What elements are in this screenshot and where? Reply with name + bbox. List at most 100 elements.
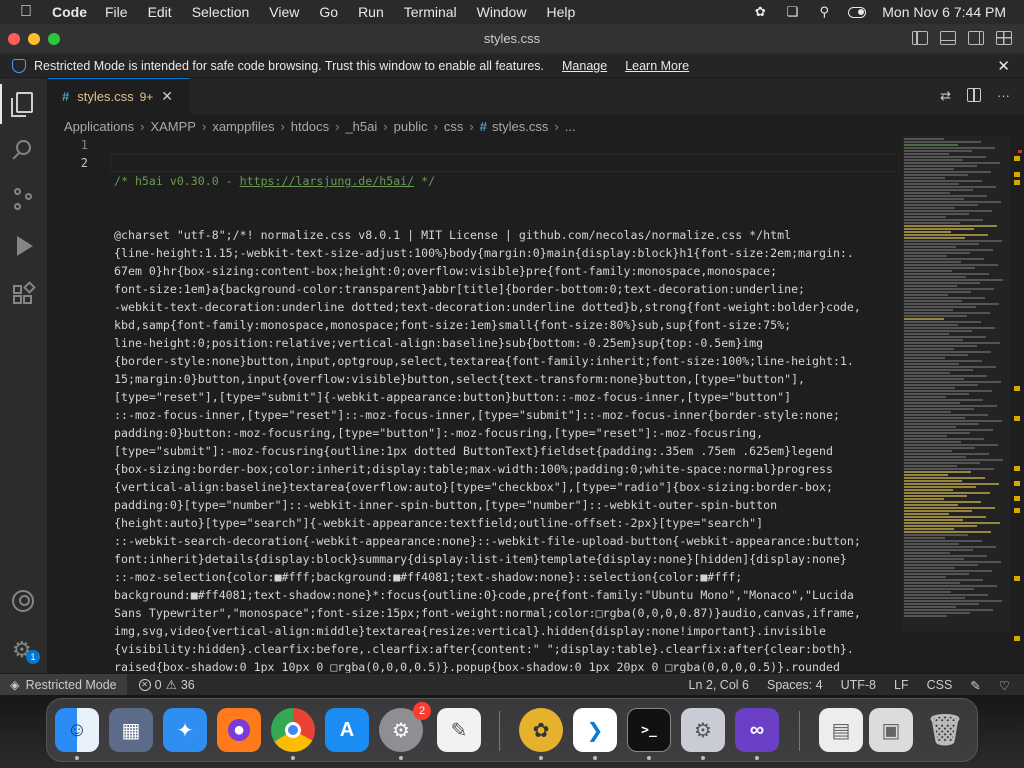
dock-divider	[799, 711, 800, 751]
restricted-mode-status[interactable]: ◈ Restricted Mode	[0, 673, 127, 696]
firefox-icon[interactable]: ●	[217, 708, 261, 752]
spotlight-search-icon[interactable]: ⚲	[816, 4, 832, 19]
zoom-window-button[interactable]	[48, 33, 60, 45]
safari-icon[interactable]: ✦	[163, 708, 207, 752]
code-line: {box-sizing:border-box;color:inherit;dis…	[114, 462, 833, 476]
toggle-primary-sidebar-icon[interactable]	[912, 31, 928, 45]
textedit-icon[interactable]: ✎	[437, 708, 481, 752]
menu-terminal[interactable]: Terminal	[404, 4, 457, 20]
minimap-line	[904, 270, 952, 272]
minimap-line	[904, 195, 987, 197]
chrome-icon[interactable]	[271, 708, 315, 752]
explorer-icon[interactable]	[0, 84, 36, 124]
vscode-window:  Code File Edit Selection View Go Run T…	[0, 0, 1024, 768]
toggle-panel-icon[interactable]	[940, 31, 956, 45]
minimize-window-button[interactable]	[28, 33, 40, 45]
tab-styles-css[interactable]: # styles.css 9+ ✕	[48, 78, 190, 114]
source-control-icon[interactable]	[12, 188, 36, 212]
minimap-line	[904, 366, 996, 368]
menu-file[interactable]: File	[105, 4, 128, 20]
menu-edit[interactable]: Edit	[148, 4, 172, 20]
macos-dock: ☺ ▦ ✦ ● A ⚙ 2 ✎ ✿ ❯ >_ ⚙ ∞ ▤ ▣ 🗑	[46, 698, 978, 762]
code-editor[interactable]: 1 2 /* h5ai v0.30.0 - https://larsjung.d…	[48, 136, 1024, 673]
minimap-line	[904, 489, 953, 491]
system-preferences-icon[interactable]: ⚙	[681, 708, 725, 752]
menu-help[interactable]: Help	[546, 4, 575, 20]
minimap-line	[904, 234, 988, 236]
terminal-icon[interactable]: >_	[627, 708, 671, 752]
minimap-line	[904, 309, 953, 311]
file-encoding[interactable]: UTF-8	[841, 678, 876, 692]
bee-status-icon[interactable]: ✿	[752, 4, 768, 19]
close-icon[interactable]: ✕	[997, 57, 1010, 75]
close-window-button[interactable]	[8, 33, 20, 45]
app-menu[interactable]: Code	[52, 4, 87, 20]
minimap-line	[904, 534, 968, 536]
learn-more-link[interactable]: Learn More	[625, 59, 689, 73]
minimap-line	[904, 444, 998, 446]
breadcrumb-symbol[interactable]: ...	[565, 119, 576, 134]
minimap[interactable]	[902, 136, 1010, 632]
minimap-line	[904, 231, 951, 233]
minimap-line	[904, 474, 948, 476]
notifications-bell-icon[interactable]: ♡	[999, 678, 1010, 693]
customize-layout-icon[interactable]	[996, 31, 1012, 45]
extensions-icon[interactable]	[12, 281, 36, 308]
problems-status[interactable]: ✕ 0 ⚠ 36	[138, 677, 195, 692]
breadcrumb-item[interactable]: styles.css	[492, 119, 548, 134]
minimap-line	[904, 492, 990, 494]
language-mode[interactable]: CSS	[927, 678, 953, 692]
comment-link[interactable]: https://larsjung.de/h5ai/	[240, 174, 415, 188]
visual-studio-icon[interactable]: ∞	[735, 708, 779, 752]
menu-selection[interactable]: Selection	[192, 4, 250, 20]
launchpad-icon[interactable]: ▦	[109, 708, 153, 752]
document-preview-icon[interactable]: ▤	[819, 708, 863, 752]
control-center-icon[interactable]	[848, 6, 867, 18]
search-icon[interactable]	[12, 140, 36, 164]
screenshot-preview-icon[interactable]: ▣	[869, 708, 913, 752]
vscode-icon[interactable]: ❯	[573, 708, 617, 752]
split-editor-icon[interactable]	[967, 88, 981, 102]
menu-window[interactable]: Window	[477, 4, 527, 20]
dock-divider	[499, 711, 500, 751]
breadcrumb-item[interactable]: css	[444, 119, 464, 134]
close-tab-icon[interactable]: ✕	[161, 88, 173, 105]
feedback-icon[interactable]: ✎	[970, 678, 980, 693]
running-indicator	[647, 756, 651, 760]
minimap-line	[904, 150, 972, 152]
breadcrumb-item[interactable]: htdocs	[291, 119, 329, 134]
vertical-scrollbar[interactable]	[1012, 136, 1022, 673]
run-debug-icon[interactable]	[12, 236, 36, 260]
minimap-line	[904, 597, 965, 599]
app-store-icon[interactable]: A	[325, 708, 369, 752]
bee-app-icon[interactable]: ✿	[519, 708, 563, 752]
indentation-setting[interactable]: Spaces: 4	[767, 678, 823, 692]
end-of-line[interactable]: LF	[894, 678, 909, 692]
menu-clock[interactable]: Mon Nov 6 7:44 PM	[882, 4, 1006, 20]
breadcrumb-item[interactable]: xamppfiles	[212, 119, 274, 134]
menu-run[interactable]: Run	[358, 4, 384, 20]
finder-icon[interactable]: ☺	[55, 708, 99, 752]
accounts-icon[interactable]	[12, 590, 36, 614]
code-text[interactable]: /* h5ai v0.30.0 - https://larsjung.de/h5…	[114, 136, 898, 673]
menu-view[interactable]: View	[269, 4, 299, 20]
breadcrumb-chevron-icon: ›	[433, 118, 438, 134]
more-actions-icon[interactable]: ···	[997, 88, 1010, 104]
apple-menu-icon[interactable]: 	[0, 3, 52, 21]
minimap-line	[904, 252, 970, 254]
breadcrumb-item[interactable]: public	[394, 119, 428, 134]
compare-changes-icon[interactable]: ⇄	[940, 88, 951, 104]
manage-link[interactable]: Manage	[562, 59, 607, 73]
code-line: [type="submit"]:-moz-focusring{outline:1…	[114, 444, 833, 458]
breadcrumb-item[interactable]: XAMPP	[150, 119, 196, 134]
screen-mirror-icon[interactable]: ❏	[784, 4, 800, 19]
code-line: /* h5ai v0.30.0 - https://larsjung.de/h5…	[114, 172, 898, 190]
trash-icon[interactable]: 🗑	[923, 708, 967, 752]
cursor-position[interactable]: Ln 2, Col 6	[689, 678, 749, 692]
breadcrumb-item[interactable]: Applications	[64, 119, 134, 134]
toggle-secondary-sidebar-icon[interactable]	[968, 31, 984, 45]
code-line: line-height:0;position:relative;vertical…	[114, 336, 764, 350]
minimap-line	[904, 471, 971, 473]
menu-go[interactable]: Go	[319, 4, 338, 20]
breadcrumb-item[interactable]: _h5ai	[345, 119, 377, 134]
